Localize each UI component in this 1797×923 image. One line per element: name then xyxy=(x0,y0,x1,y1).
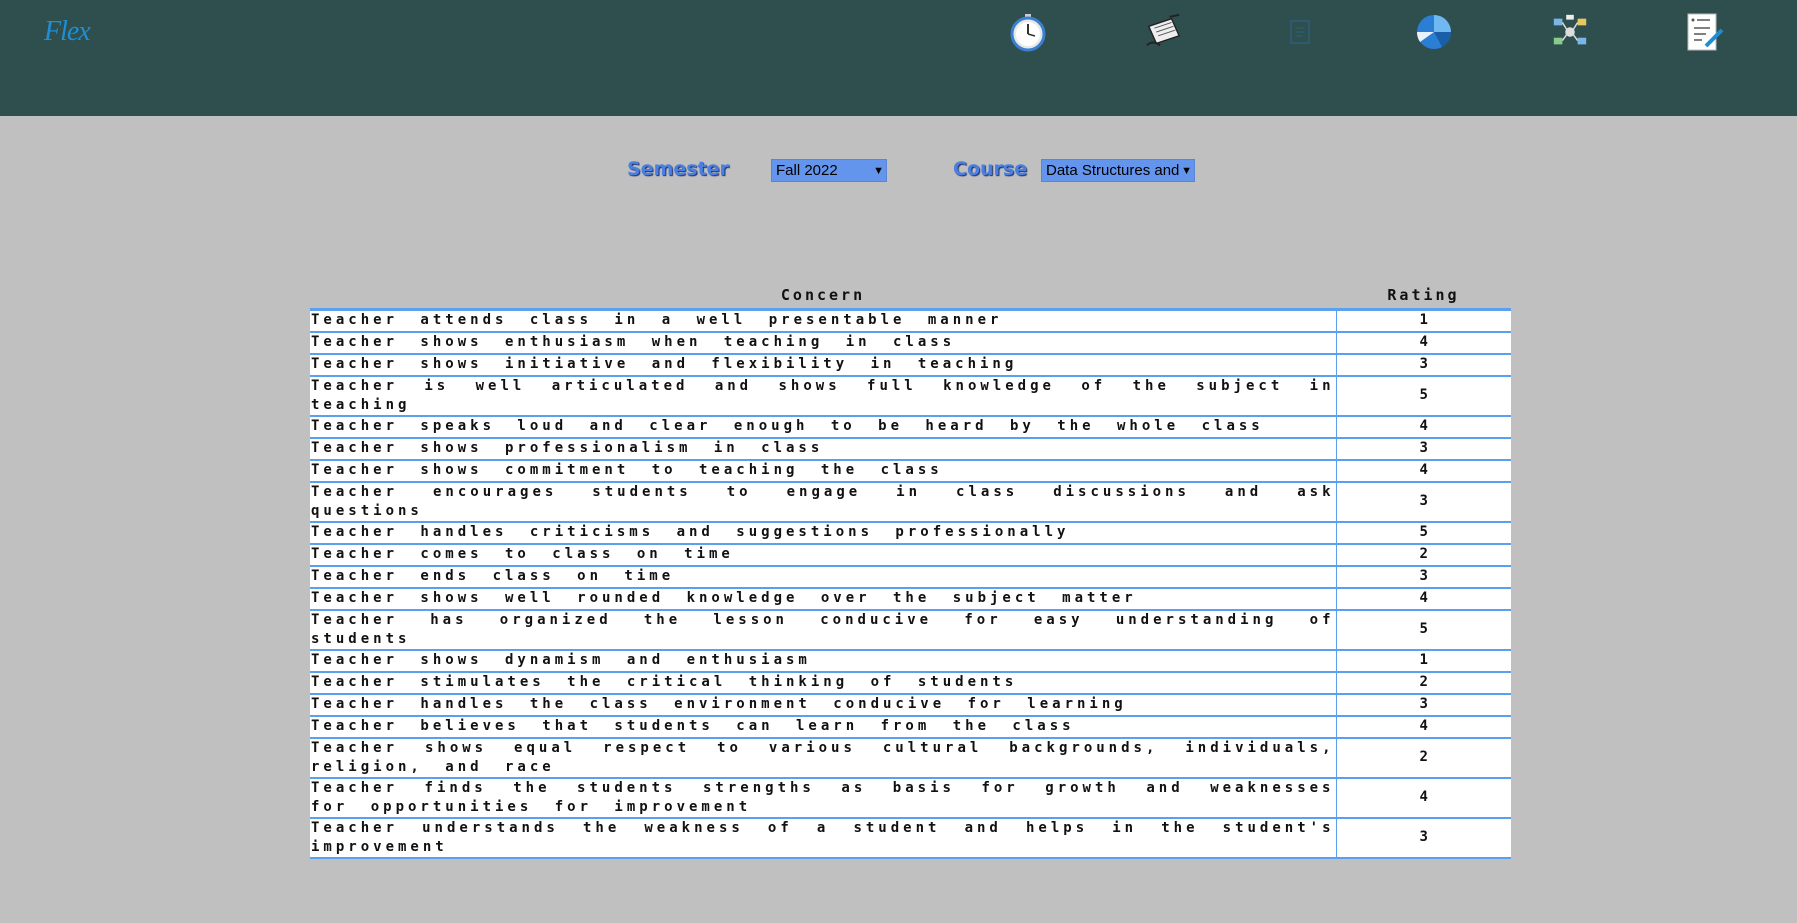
concern-cell: Teacher understands the weakness of a st… xyxy=(310,816,1336,859)
table-row: Teacher shows initiative and flexibility… xyxy=(310,352,1511,377)
logo-text: Flex xyxy=(44,16,91,47)
semester-select-value: Fall 2022 xyxy=(776,162,838,179)
concern-cell: Teacher is well articulated and shows fu… xyxy=(310,374,1336,417)
concern-cell: Teacher shows dynamism and enthusiasm xyxy=(310,648,1336,673)
rating-cell: 2 xyxy=(1335,542,1511,567)
rating-column-header: Rating xyxy=(1336,282,1511,311)
rating-cell: 3 xyxy=(1335,480,1511,523)
table-row: Teacher shows equal respect to various c… xyxy=(310,736,1511,779)
table-row: Teacher shows commitment to teaching the… xyxy=(310,458,1511,483)
table-row: Teacher shows enthusiasm when teaching i… xyxy=(310,330,1511,355)
concern-cell: Teacher speaks loud and clear enough to … xyxy=(310,414,1336,439)
document-outline-icon[interactable] xyxy=(1280,12,1320,52)
concern-cell: Teacher believes that students can learn… xyxy=(310,714,1336,739)
rating-cell: 2 xyxy=(1335,736,1511,779)
concern-cell: Teacher stimulates the critical thinking… xyxy=(310,670,1336,695)
concern-cell: Teacher has organized the lesson conduci… xyxy=(310,608,1336,651)
rating-cell: 4 xyxy=(1335,414,1511,439)
table-row: Teacher understands the weakness of a st… xyxy=(310,816,1511,859)
rating-cell: 2 xyxy=(1335,670,1511,695)
pie-chart-icon[interactable] xyxy=(1414,12,1454,52)
concern-cell: Teacher shows equal respect to various c… xyxy=(310,736,1336,779)
table-row: Teacher attends class in a well presenta… xyxy=(310,308,1511,333)
concern-cell: Teacher attends class in a well presenta… xyxy=(310,308,1336,333)
course-label: Course xyxy=(953,158,1028,180)
semester-select[interactable]: Fall 2022 ▼ xyxy=(771,159,887,182)
concern-cell: Teacher shows commitment to teaching the… xyxy=(310,458,1336,483)
concern-cell: Teacher shows initiative and flexibility… xyxy=(310,352,1336,377)
network-icon[interactable] xyxy=(1550,12,1590,52)
table-row: Teacher speaks loud and clear enough to … xyxy=(310,414,1511,439)
rating-cell: 3 xyxy=(1335,816,1511,859)
table-row: Teacher finds the students strengths as … xyxy=(310,776,1511,819)
concern-cell: Teacher ends class on time xyxy=(310,564,1336,589)
table-row: Teacher handles the class environment co… xyxy=(310,692,1511,717)
concern-cell: Teacher encourages students to engage in… xyxy=(310,480,1336,523)
table-row: Teacher shows well rounded knowledge ove… xyxy=(310,586,1511,611)
table-row: Teacher ends class on time 3 xyxy=(310,564,1511,589)
rating-cell: 5 xyxy=(1335,608,1511,651)
edit-notes-icon[interactable] xyxy=(1684,12,1724,52)
rating-cell: 4 xyxy=(1335,714,1511,739)
top-navigation-bar: Flex xyxy=(0,0,1797,116)
stopwatch-icon[interactable] xyxy=(1008,12,1048,52)
course-select-value: Data Structures and xyxy=(1046,162,1180,179)
flex-logo[interactable]: Flex xyxy=(44,16,94,60)
concern-cell: Teacher shows enthusiasm when teaching i… xyxy=(310,330,1336,355)
table-row: Teacher encourages students to engage in… xyxy=(310,480,1511,523)
concern-cell: Teacher shows well rounded knowledge ove… xyxy=(310,586,1336,611)
pen-document-icon[interactable] xyxy=(1143,12,1183,52)
rating-cell: 1 xyxy=(1335,308,1511,333)
semester-label: Semester xyxy=(627,158,729,180)
table-row: Teacher handles criticisms and suggestio… xyxy=(310,520,1511,545)
table-body: Teacher attends class in a well presenta… xyxy=(310,308,1511,859)
rating-cell: 4 xyxy=(1335,458,1511,483)
table-row: Teacher is well articulated and shows fu… xyxy=(310,374,1511,417)
chevron-down-icon: ▼ xyxy=(873,164,884,177)
table-row: Teacher shows dynamism and enthusiasm 1 xyxy=(310,648,1511,673)
course-select[interactable]: Data Structures and ▼ xyxy=(1041,159,1195,182)
concern-cell: Teacher handles the class environment co… xyxy=(310,692,1336,717)
table-row: Teacher shows professionalism in class 3 xyxy=(310,436,1511,461)
rating-cell: 5 xyxy=(1335,520,1511,545)
rating-cell: 3 xyxy=(1335,436,1511,461)
filter-bar: Semester Fall 2022 ▼ Course Data Structu… xyxy=(0,158,1797,186)
rating-cell: 4 xyxy=(1335,776,1511,819)
concern-cell: Teacher handles criticisms and suggestio… xyxy=(310,520,1336,545)
evaluation-table-container: Concern Rating Teacher attends class in … xyxy=(310,282,1511,859)
rating-cell: 5 xyxy=(1335,374,1511,417)
rating-cell: 3 xyxy=(1335,692,1511,717)
rating-cell: 4 xyxy=(1335,586,1511,611)
rating-cell: 4 xyxy=(1335,330,1511,355)
rating-cell: 3 xyxy=(1335,564,1511,589)
table-row: Teacher comes to class on time 2 xyxy=(310,542,1511,567)
chevron-down-icon: ▼ xyxy=(1181,164,1192,177)
table-row: Teacher stimulates the critical thinking… xyxy=(310,670,1511,695)
evaluation-table: Concern Rating Teacher attends class in … xyxy=(310,282,1511,859)
concern-cell: Teacher comes to class on time xyxy=(310,542,1336,567)
rating-cell: 1 xyxy=(1335,648,1511,673)
concern-cell: Teacher finds the students strengths as … xyxy=(310,776,1336,819)
concern-cell: Teacher shows professionalism in class xyxy=(310,436,1336,461)
rating-cell: 3 xyxy=(1335,352,1511,377)
concern-column-header: Concern xyxy=(310,282,1336,311)
table-row: Teacher believes that students can learn… xyxy=(310,714,1511,739)
table-row: Teacher has organized the lesson conduci… xyxy=(310,608,1511,651)
